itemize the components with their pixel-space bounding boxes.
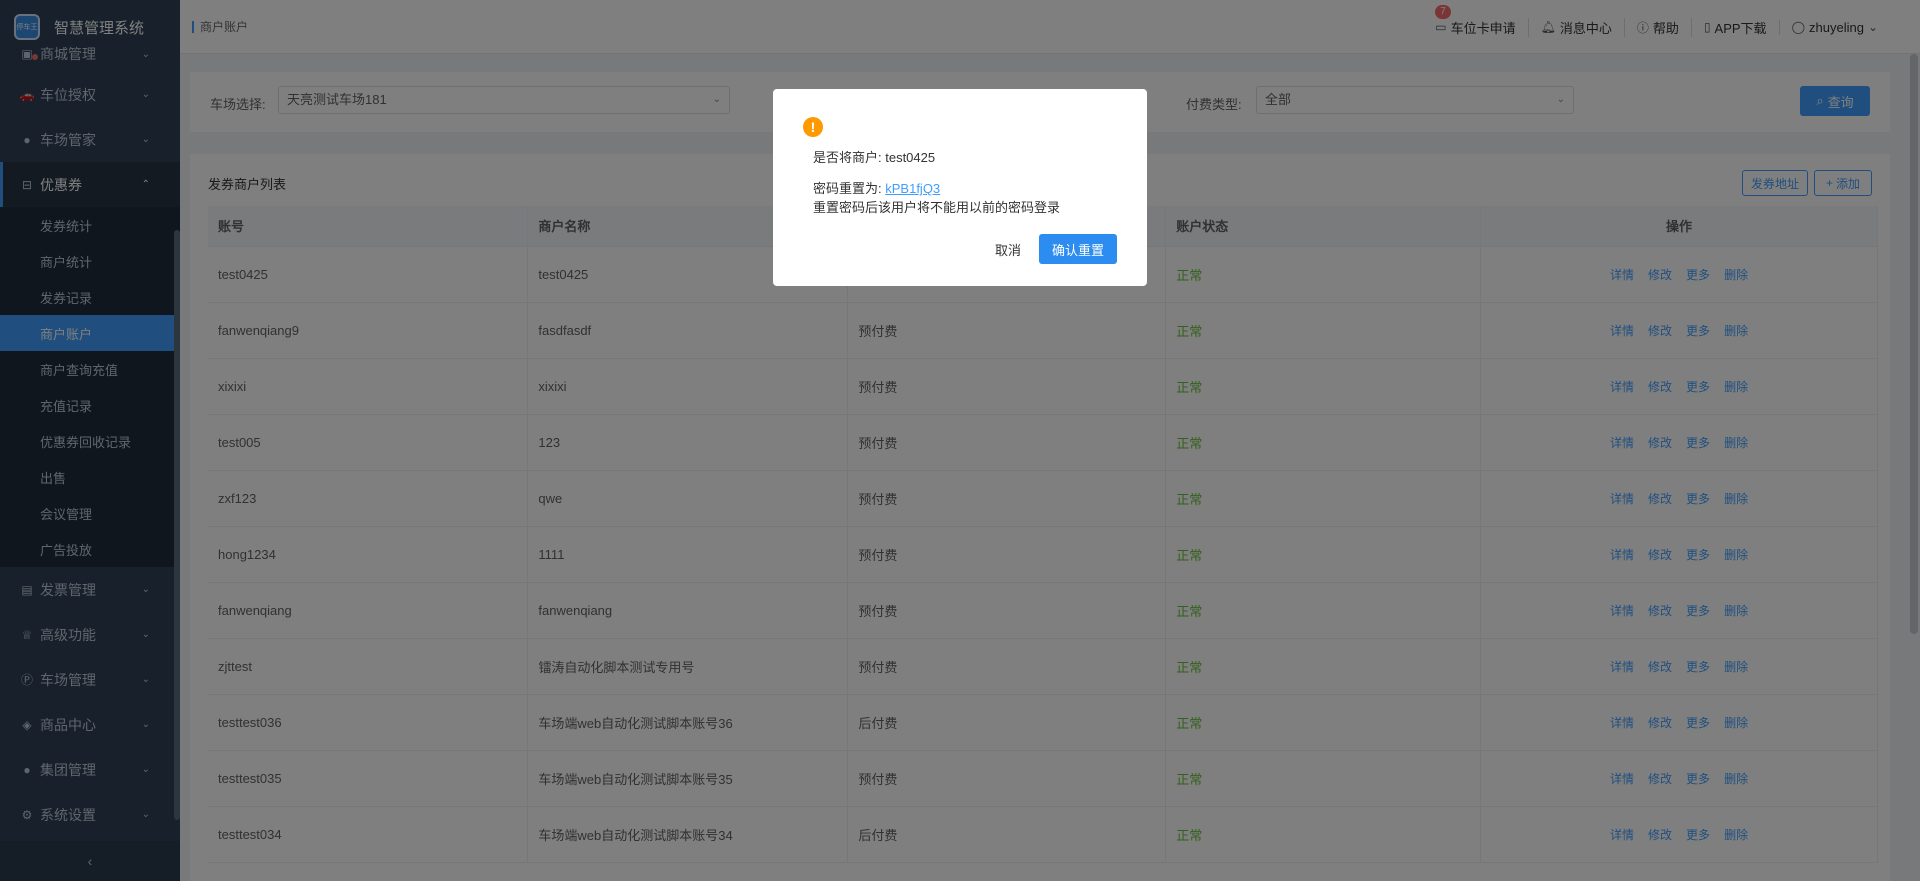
warning-icon: ! <box>803 117 823 137</box>
new-password-value[interactable]: kPB1fjQ3 <box>885 181 940 196</box>
password-label: 密码重置为: <box>813 181 882 196</box>
dialog-password-line: 密码重置为: kPB1fjQ3 <box>813 178 940 197</box>
dialog-message: 是否将商户: test0425 <box>813 150 936 165</box>
cancel-button[interactable]: 取消 <box>983 234 1033 264</box>
dialog-warning-text: 重置密码后该用户将不能用以前的密码登录 <box>813 200 1061 215</box>
reset-password-dialog: ! 是否将商户: test0425 密码重置为: kPB1fjQ3 重置密码后该… <box>773 89 1147 286</box>
confirm-reset-button[interactable]: 确认重置 <box>1039 234 1117 264</box>
